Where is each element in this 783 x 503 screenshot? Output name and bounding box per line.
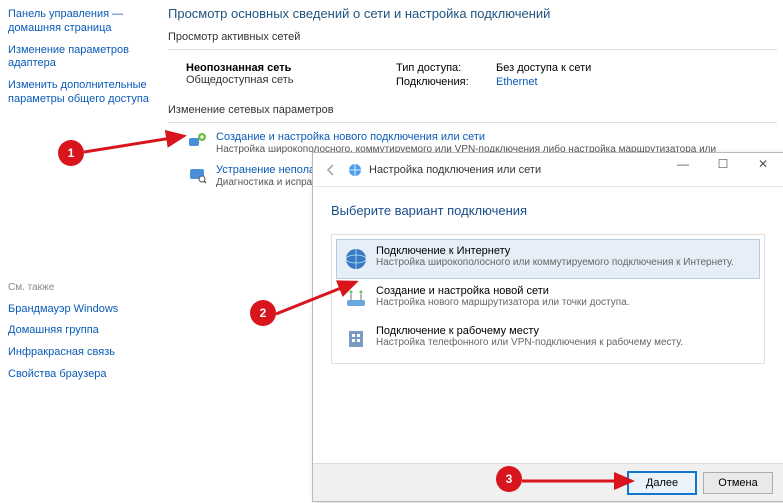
option-internet[interactable]: Подключение к Интернету Настройка широко… bbox=[336, 239, 760, 279]
change-settings-label: Изменение сетевых параметров bbox=[168, 104, 777, 116]
dialog-titlebar: Настройка подключения или сети — ☐ ✕ bbox=[313, 153, 783, 187]
option-new-network[interactable]: Создание и настройка новой сети Настройк… bbox=[336, 279, 760, 319]
annotation-badge-3: 3 bbox=[496, 466, 522, 492]
annotation-badge-2: 2 bbox=[250, 300, 276, 326]
dialog-heading: Выберите вариант подключения bbox=[331, 203, 765, 218]
building-icon bbox=[342, 325, 370, 353]
minimize-button[interactable]: — bbox=[663, 153, 703, 175]
access-label: Тип доступа: bbox=[396, 62, 496, 74]
see-also-infrared[interactable]: Инфракрасная связь bbox=[8, 346, 153, 360]
sidebar-home[interactable]: Панель управления — домашняя страница bbox=[8, 8, 153, 36]
active-networks-label: Просмотр активных сетей bbox=[168, 31, 777, 43]
troubleshoot-icon bbox=[186, 164, 208, 186]
router-icon bbox=[342, 285, 370, 313]
divider bbox=[168, 122, 777, 123]
divider bbox=[168, 49, 777, 50]
sidebar: Панель управления — домашняя страница Из… bbox=[8, 8, 153, 390]
network-category: Общедоступная сеть bbox=[186, 74, 396, 86]
option-workplace-desc: Настройка телефонного или VPN-подключени… bbox=[376, 337, 683, 349]
see-also-homegroup[interactable]: Домашняя группа bbox=[8, 324, 153, 338]
option-workplace[interactable]: Подключение к рабочему месту Настройка т… bbox=[336, 319, 760, 359]
close-button[interactable]: ✕ bbox=[743, 153, 783, 175]
annotation-badge-1: 1 bbox=[58, 140, 84, 166]
setting-new-connection-title: Создание и настройка нового подключения … bbox=[216, 131, 716, 143]
globe-icon bbox=[342, 245, 370, 273]
option-new-network-title: Создание и настройка новой сети bbox=[376, 285, 630, 297]
back-button[interactable] bbox=[321, 160, 341, 180]
see-also-firewall[interactable]: Брандмауэр Windows bbox=[8, 303, 153, 317]
maximize-button[interactable]: ☐ bbox=[703, 153, 743, 175]
sidebar-advanced-sharing[interactable]: Изменить дополнительные параметры общего… bbox=[8, 79, 153, 107]
option-internet-title: Подключение к Интернету bbox=[376, 245, 734, 257]
network-plus-icon bbox=[186, 131, 208, 153]
sidebar-adapter-settings[interactable]: Изменение параметров адаптера bbox=[8, 44, 153, 72]
network-name: Неопознанная сеть bbox=[186, 62, 396, 74]
connection-wizard-dialog: Настройка подключения или сети — ☐ ✕ Выб… bbox=[312, 152, 783, 502]
option-internet-desc: Настройка широкополосного или коммутируе… bbox=[376, 257, 734, 269]
option-new-network-desc: Настройка нового маршрутизатора или точк… bbox=[376, 297, 630, 309]
connections-label: Подключения: bbox=[396, 76, 496, 88]
network-icon bbox=[347, 162, 363, 178]
dialog-title: Настройка подключения или сети bbox=[369, 164, 541, 176]
page-title: Просмотр основных сведений о сети и наст… bbox=[168, 6, 777, 21]
see-also-browser-props[interactable]: Свойства браузера bbox=[8, 368, 153, 382]
cancel-button[interactable]: Отмена bbox=[703, 472, 773, 494]
see-also-label: См. также bbox=[8, 282, 153, 293]
dialog-footer: Далее Отмена bbox=[313, 463, 783, 501]
access-value: Без доступа к сети bbox=[496, 62, 591, 74]
next-button[interactable]: Далее bbox=[627, 471, 697, 495]
option-workplace-title: Подключение к рабочему месту bbox=[376, 325, 683, 337]
connection-option-list: Подключение к Интернету Настройка широко… bbox=[331, 234, 765, 364]
connections-value[interactable]: Ethernet bbox=[496, 76, 538, 88]
active-network-block: Неопознанная сеть Общедоступная сеть Тип… bbox=[168, 56, 777, 100]
